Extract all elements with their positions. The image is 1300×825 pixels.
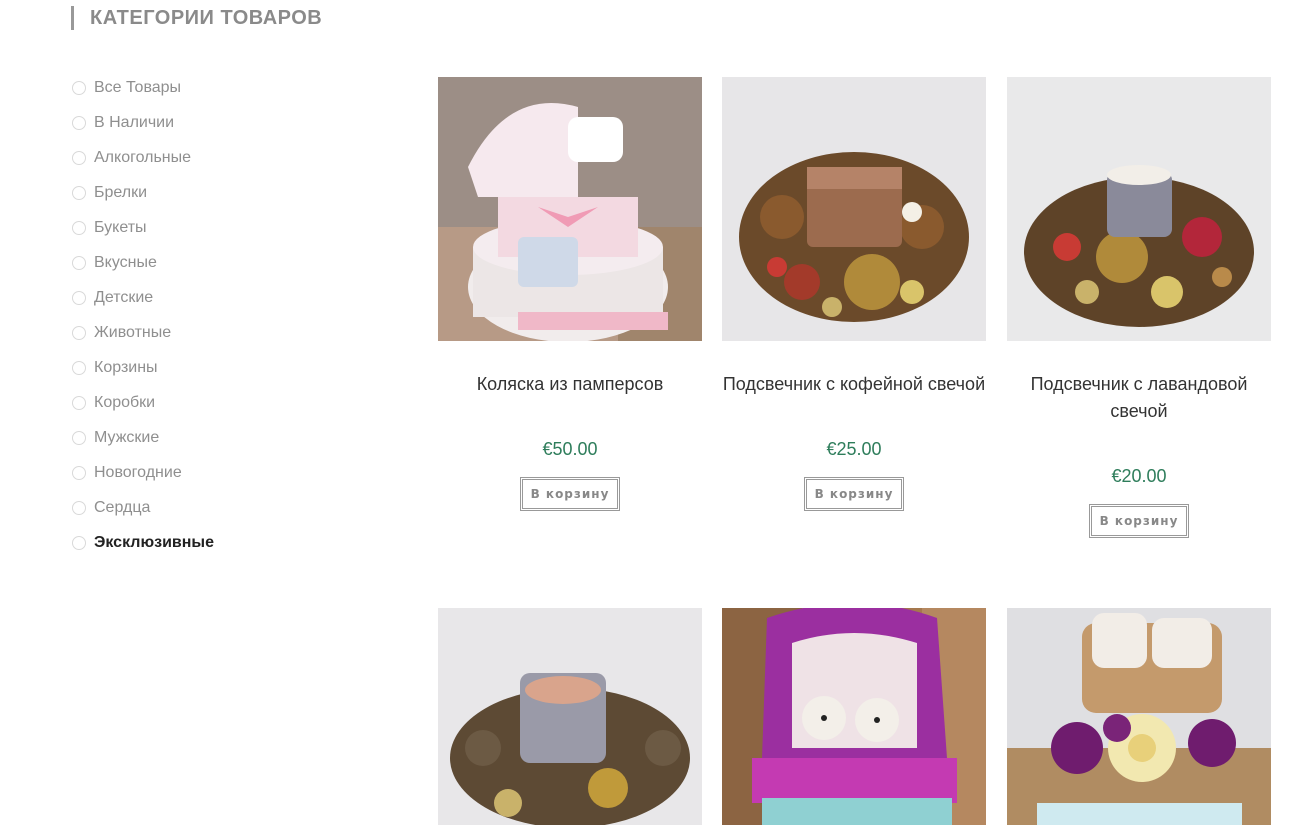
category-item-keychains[interactable]: Брелки [72,175,372,210]
category-label: Вкусные [94,253,157,271]
radio-icon[interactable] [72,430,86,445]
category-item-animals[interactable]: Животные [72,315,372,350]
product-card [722,608,986,825]
radio-icon[interactable] [72,255,86,270]
radio-icon[interactable] [72,500,86,515]
category-item-alcohol[interactable]: Алкогольные [72,140,372,175]
category-item-all[interactable]: Все Товары [72,70,372,105]
product-image-purple-bassinet[interactable] [722,608,986,825]
category-label: Новогодние [94,463,182,481]
category-item-kids[interactable]: Детские [72,280,372,315]
category-item-hearts[interactable]: Сердца [72,490,372,525]
product-card: Подсвечник с лавандовой свечой €20.00 В … [1007,77,1271,547]
radio-icon[interactable] [72,535,86,550]
category-item-bouquets[interactable]: Букеты [72,210,372,245]
product-image-pine-cone-candle[interactable] [438,608,702,825]
category-list: Все Товары В Наличии Алкогольные Брелки … [72,70,372,560]
product-title[interactable]: Подсвечник с лавандовой свечой [1007,371,1271,425]
category-item-new-year[interactable]: Новогодние [72,455,372,490]
category-label: Эксклюзивные [94,533,214,551]
category-label: Брелки [94,183,148,201]
radio-icon[interactable] [72,465,86,480]
category-label: Букеты [94,218,147,236]
radio-icon[interactable] [72,185,86,200]
category-label: Детские [94,288,154,306]
category-label: Алкогольные [94,148,192,166]
radio-icon[interactable] [72,395,86,410]
product-card [438,608,702,825]
category-label: Корзины [94,358,158,376]
add-to-cart-button[interactable]: В корзину [804,477,904,511]
product-price: €20.00 [1111,466,1167,486]
radio-icon[interactable] [72,80,86,95]
sidebar-title: КАТЕГОРИИ ТОВАРОВ [71,6,322,30]
category-label: Коробки [94,393,156,411]
radio-icon[interactable] [72,220,86,235]
product-image-coffee-candle[interactable] [722,77,986,341]
radio-icon[interactable] [72,150,86,165]
radio-icon[interactable] [72,360,86,375]
add-to-cart-button[interactable]: В корзину [1089,504,1189,538]
category-item-baskets[interactable]: Корзины [72,350,372,385]
radio-icon[interactable] [72,290,86,305]
category-item-exclusive[interactable]: Эксклюзивные [72,525,372,560]
product-title[interactable]: Подсвечник с кофейной свечой [722,371,986,398]
product-price: €25.00 [826,439,882,459]
product-card: Коляска из памперсов €50.00 В корзину [438,77,702,517]
category-label: В Наличии [94,113,175,131]
category-label: Животные [94,323,172,341]
category-label: Все Товары [94,78,182,96]
product-price: €50.00 [542,439,598,459]
product-image-diaper-stroller[interactable] [438,77,702,341]
product-title[interactable]: Коляска из памперсов [438,371,702,398]
product-card: Подсвечник с кофейной свечой €25.00 В ко… [722,77,986,517]
category-item-in-stock[interactable]: В Наличии [72,105,372,140]
category-label: Сердца [94,498,151,516]
radio-icon[interactable] [72,115,86,130]
add-to-cart-button[interactable]: В корзину [520,477,620,511]
category-item-tasty[interactable]: Вкусные [72,245,372,280]
product-card [1007,608,1271,825]
product-image-slippers-roses[interactable] [1007,608,1271,825]
radio-icon[interactable] [72,325,86,340]
category-label: Мужские [94,428,160,446]
product-image-lavender-candle[interactable] [1007,77,1271,341]
category-item-mens[interactable]: Мужские [72,420,372,455]
category-item-boxes[interactable]: Коробки [72,385,372,420]
